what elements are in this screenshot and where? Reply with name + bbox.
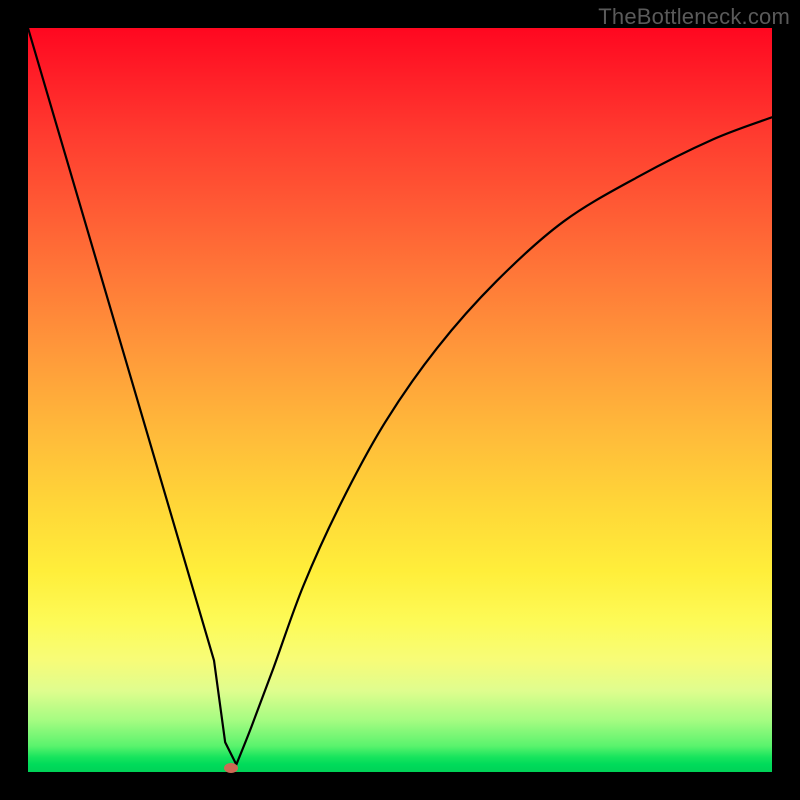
chart-frame: TheBottleneck.com xyxy=(0,0,800,800)
curve-path xyxy=(28,28,772,765)
watermark-text: TheBottleneck.com xyxy=(598,4,790,30)
plot-area xyxy=(28,28,772,772)
bottleneck-curve xyxy=(28,28,772,772)
minimum-marker xyxy=(224,763,238,773)
